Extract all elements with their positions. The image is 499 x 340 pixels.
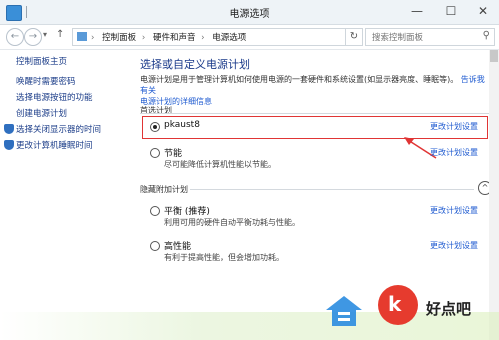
watermark-blue-logo	[326, 296, 362, 326]
breadcrumb-item-hardware-sound[interactable]: 硬件和声音	[153, 33, 196, 43]
address-bar: ← → ▾ ↑ › 控制面板 › 硬件和声音 › 电源选项 ↻ ⚲	[0, 25, 499, 50]
plan-name: 节能	[164, 149, 183, 159]
plan-description: 有利于提高性能，但会增加功耗。	[164, 253, 284, 262]
vertical-scrollbar[interactable]	[489, 50, 499, 340]
back-button[interactable]: ←	[6, 28, 24, 46]
left-nav-pane: 控制面板主页 唤醒时需要密码 选择电源按钮的功能 创建电源计划 选择关闭显示器的…	[0, 50, 130, 340]
description-text: 电源计划是用于管理计算机如何使用电源的一套硬件和系统设置(如显示器亮度、睡眠等)…	[140, 75, 459, 84]
plan-description: 尽可能降低计算机性能以节能。	[164, 160, 276, 169]
plan-description: 利用可用的硬件自动平衡功耗与性能。	[164, 218, 300, 227]
plan-radio[interactable]	[150, 206, 160, 216]
main-content: 选择或自定义电源计划 电源计划是用于管理计算机如何使用电源的一套硬件和系统设置(…	[140, 50, 499, 340]
plan-radio[interactable]	[150, 148, 160, 158]
refresh-button[interactable]: ↻	[345, 28, 363, 46]
page-description: 电源计划是用于管理计算机如何使用电源的一套硬件和系统设置(如显示器亮度、睡眠等)…	[140, 74, 490, 107]
search-input[interactable]	[370, 30, 474, 46]
sidebar-item-power-button[interactable]: 选择电源按钮的功能	[16, 91, 93, 103]
sidebar-item-control-panel-home[interactable]: 控制面板主页	[16, 55, 67, 67]
plan-radio[interactable]	[150, 122, 160, 132]
plan-name: pkaust8	[164, 120, 200, 130]
close-button[interactable]: ✕	[466, 0, 499, 24]
plan-radio[interactable]	[150, 241, 160, 251]
forward-button[interactable]: →	[24, 28, 42, 46]
plan-name: 高性能	[164, 242, 192, 252]
change-plan-settings-link[interactable]: 更改计划设置	[430, 205, 478, 216]
control-panel-icon	[77, 32, 87, 41]
sidebar-item-create-plan[interactable]: 创建电源计划	[16, 107, 67, 119]
up-button[interactable]: ↑	[56, 29, 64, 40]
title-bar: 电源选项 — ☐ ✕	[0, 0, 499, 25]
breadcrumb[interactable]: › 控制面板 › 硬件和声音 › 电源选项	[72, 28, 346, 46]
search-icon[interactable]: ⚲	[483, 30, 490, 41]
scrollbar-thumb[interactable]	[490, 50, 498, 62]
minimize-button[interactable]: —	[400, 0, 434, 24]
sidebar-item-wake-password[interactable]: 唤醒时需要密码	[16, 75, 76, 87]
preferred-plans-label: 首选计划	[140, 106, 172, 115]
hidden-plans-label[interactable]: 隐藏附加计划	[140, 184, 188, 195]
section-divider	[140, 113, 490, 114]
sidebar-item-display-off-time[interactable]: 选择关闭显示器的时间	[16, 123, 101, 135]
search-box[interactable]: ⚲	[365, 28, 495, 46]
section-divider	[190, 189, 474, 190]
sidebar-item-sleep-time[interactable]: 更改计算机睡眠时间	[16, 139, 93, 151]
shield-icon	[4, 140, 14, 150]
breadcrumb-item-control-panel[interactable]: 控制面板	[102, 33, 136, 43]
maximize-button[interactable]: ☐	[434, 0, 468, 24]
watermark-logo-letter: k	[388, 292, 402, 316]
change-plan-settings-link[interactable]: 更改计划设置	[430, 121, 478, 132]
change-plan-settings-link[interactable]: 更改计划设置	[430, 147, 478, 158]
recent-locations-dropdown[interactable]: ▾	[43, 30, 47, 39]
shield-icon	[4, 124, 14, 134]
breadcrumb-item-power-options[interactable]: 电源选项	[212, 33, 246, 43]
watermark-text: 好点吧	[426, 300, 472, 318]
breadcrumb-separator: ›	[91, 33, 95, 43]
watermark-gradient	[0, 312, 499, 340]
plan-name: 平衡 (推荐)	[164, 207, 210, 217]
breadcrumb-separator: ›	[141, 33, 146, 43]
breadcrumb-separator: ›	[201, 33, 205, 43]
page-title: 选择或自定义电源计划	[140, 58, 250, 71]
change-plan-settings-link[interactable]: 更改计划设置	[430, 240, 478, 251]
